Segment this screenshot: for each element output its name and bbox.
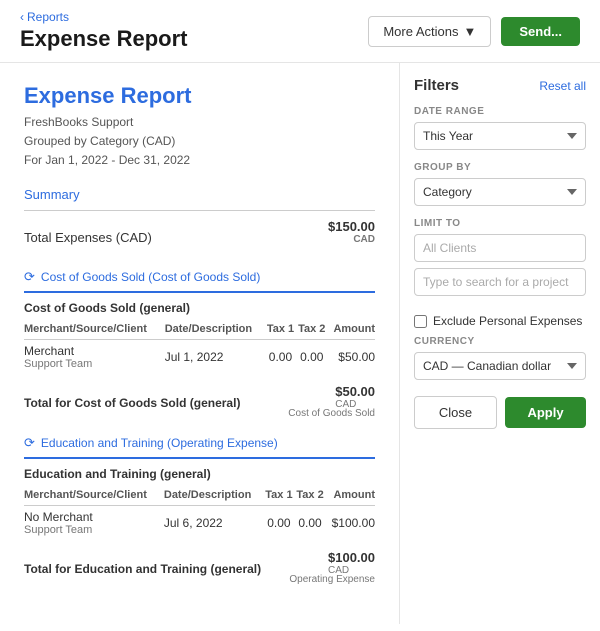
group-label-cogs: Cost of Goods Sold (general) [24, 301, 375, 315]
col-amount-cogs: Amount [327, 319, 375, 340]
cell-merchant: Merchant Support Team [24, 340, 165, 375]
currency-select[interactable]: CAD — Canadian dollarUSD — US Dollar [414, 352, 586, 380]
summary-label: Summary [24, 187, 375, 202]
limit-to-label: LIMIT TO [414, 218, 586, 229]
apply-button[interactable]: Apply [505, 397, 586, 428]
group-by-select[interactable]: CategoryClientMerchant [414, 178, 586, 206]
col-tax2-cogs: Tax 2 [296, 319, 327, 340]
sidebar-filters: Filters Reset all DATE RANGE This YearLa… [400, 63, 600, 624]
filters-title: Filters [414, 77, 459, 94]
project-search-input[interactable] [414, 268, 586, 296]
cell-tax2-edu: 0.00 [294, 506, 325, 541]
cell-tax2: 0.00 [296, 340, 327, 375]
report-date-range: For Jan 1, 2022 - Dec 31, 2022 [24, 151, 375, 169]
limit-to-input[interactable] [414, 234, 586, 262]
refresh-icon-edu: ⟳ [24, 435, 35, 451]
table-row: Merchant Support Team Jul 1, 2022 0.00 0… [24, 340, 375, 375]
cell-tax1: 0.00 [265, 340, 296, 375]
breadcrumb-label: Reports [27, 10, 69, 24]
total-expenses-amount: $150.00 [328, 219, 375, 234]
cell-date-edu: Jul 6, 2022 [164, 506, 264, 541]
section-header-cogs: ⟳ Cost of Goods Sold (Cost of Goods Sold… [24, 269, 375, 293]
more-actions-label: More Actions [383, 24, 458, 39]
cell-tax1-edu: 0.00 [263, 506, 294, 541]
date-range-select[interactable]: This YearLast YearCustom [414, 122, 586, 150]
section-title-edu: Education and Training (Operating Expens… [41, 436, 278, 450]
report-company: FreshBooks Support [24, 113, 375, 131]
section-header-edu: ⟳ Education and Training (Operating Expe… [24, 435, 375, 459]
send-button[interactable]: Send... [501, 17, 580, 46]
col-tax1-edu: Tax 1 [263, 485, 294, 506]
group-by-label: GROUP BY [414, 162, 586, 173]
breadcrumb-link[interactable]: ‹ Reports [20, 10, 188, 24]
group-label-edu: Education and Training (general) [24, 467, 375, 481]
date-range-label: DATE RANGE [414, 106, 586, 117]
page-title: Expense Report [20, 26, 188, 52]
expense-table-cogs: Merchant/Source/Client Date/Description … [24, 319, 375, 374]
currency-label: Currency [414, 336, 586, 347]
close-button[interactable]: Close [414, 396, 497, 429]
col-tax1-cogs: Tax 1 [265, 319, 296, 340]
col-merchant-cogs: Merchant/Source/Client [24, 319, 165, 340]
report-title: Expense Report [24, 83, 375, 109]
table-row: No Merchant Support Team Jul 6, 2022 0.0… [24, 506, 375, 541]
total-expenses-currency: CAD [328, 234, 375, 245]
exclude-personal-label: Exclude Personal Expenses [433, 314, 582, 328]
refresh-icon-cogs: ⟳ [24, 269, 35, 285]
more-actions-button[interactable]: More Actions ▼ [368, 16, 491, 47]
col-amount-edu: Amount [326, 485, 375, 506]
exclude-personal-checkbox[interactable] [414, 315, 427, 328]
chevron-down-icon: ▼ [464, 24, 477, 39]
col-date-edu: Date/Description [164, 485, 264, 506]
group-total-cogs: Total for Cost of Goods Sold (general) $… [24, 378, 375, 412]
expense-table-edu: Merchant/Source/Client Date/Description … [24, 485, 375, 540]
chevron-left-icon: ‹ [20, 10, 24, 24]
cell-amount: $50.00 [327, 340, 375, 375]
section-title-cogs: Cost of Goods Sold (Cost of Goods Sold) [41, 270, 260, 284]
col-tax2-edu: Tax 2 [294, 485, 325, 506]
reset-all-link[interactable]: Reset all [539, 79, 586, 93]
cell-amount-edu: $100.00 [326, 506, 375, 541]
report-content: Expense Report FreshBooks Support Groupe… [0, 63, 400, 624]
total-expenses-label: Total Expenses (CAD) [24, 230, 152, 245]
cell-date: Jul 1, 2022 [165, 340, 265, 375]
col-date-cogs: Date/Description [165, 319, 265, 340]
report-grouped-by: Grouped by Category (CAD) [24, 132, 375, 150]
cell-merchant-edu: No Merchant Support Team [24, 506, 164, 541]
group-total-edu: Total for Education and Training (genera… [24, 544, 375, 578]
col-merchant-edu: Merchant/Source/Client [24, 485, 164, 506]
